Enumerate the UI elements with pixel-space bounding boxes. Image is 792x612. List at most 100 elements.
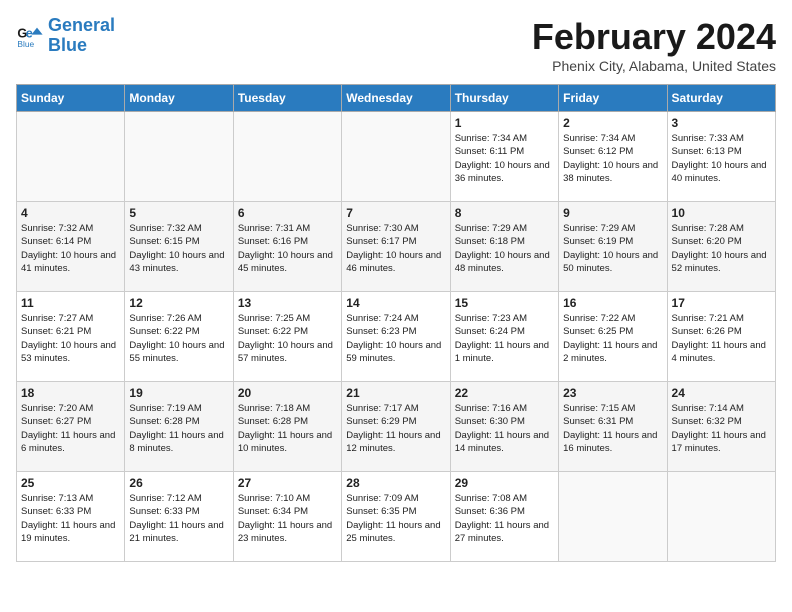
title-area: February 2024 Phenix City, Alabama, Unit…	[532, 16, 776, 74]
calendar-cell: 27 Sunrise: 7:10 AM Sunset: 6:34 PM Dayl…	[233, 472, 341, 562]
cell-content: Sunrise: 7:10 AM Sunset: 6:34 PM Dayligh…	[238, 492, 337, 545]
day-number: 13	[238, 296, 337, 310]
logo: G e Blue GeneralBlue	[16, 16, 115, 56]
logo-name: GeneralBlue	[48, 16, 115, 56]
calendar-cell: 22 Sunrise: 7:16 AM Sunset: 6:30 PM Dayl…	[450, 382, 558, 472]
day-number: 7	[346, 206, 445, 220]
cell-content: Sunrise: 7:17 AM Sunset: 6:29 PM Dayligh…	[346, 402, 445, 455]
cell-content: Sunrise: 7:31 AM Sunset: 6:16 PM Dayligh…	[238, 222, 337, 275]
cell-content: Sunrise: 7:32 AM Sunset: 6:14 PM Dayligh…	[21, 222, 120, 275]
cell-content: Sunrise: 7:34 AM Sunset: 6:11 PM Dayligh…	[455, 132, 554, 185]
cell-content: Sunrise: 7:29 AM Sunset: 6:18 PM Dayligh…	[455, 222, 554, 275]
calendar-cell: 4 Sunrise: 7:32 AM Sunset: 6:14 PM Dayli…	[17, 202, 125, 292]
cell-content: Sunrise: 7:16 AM Sunset: 6:30 PM Dayligh…	[455, 402, 554, 455]
day-number: 14	[346, 296, 445, 310]
calendar-cell: 25 Sunrise: 7:13 AM Sunset: 6:33 PM Dayl…	[17, 472, 125, 562]
calendar-cell: 9 Sunrise: 7:29 AM Sunset: 6:19 PM Dayli…	[559, 202, 667, 292]
cell-content: Sunrise: 7:13 AM Sunset: 6:33 PM Dayligh…	[21, 492, 120, 545]
day-number: 6	[238, 206, 337, 220]
calendar-cell: 19 Sunrise: 7:19 AM Sunset: 6:28 PM Dayl…	[125, 382, 233, 472]
calendar-cell: 29 Sunrise: 7:08 AM Sunset: 6:36 PM Dayl…	[450, 472, 558, 562]
day-number: 28	[346, 476, 445, 490]
calendar-cell: 13 Sunrise: 7:25 AM Sunset: 6:22 PM Dayl…	[233, 292, 341, 382]
calendar-cell	[667, 472, 775, 562]
logo-icon: G e Blue	[16, 22, 44, 50]
weekday-header: Saturday	[667, 85, 775, 112]
day-number: 19	[129, 386, 228, 400]
day-number: 25	[21, 476, 120, 490]
calendar-cell: 2 Sunrise: 7:34 AM Sunset: 6:12 PM Dayli…	[559, 112, 667, 202]
calendar-cell	[125, 112, 233, 202]
calendar-cell: 10 Sunrise: 7:28 AM Sunset: 6:20 PM Dayl…	[667, 202, 775, 292]
calendar-cell: 7 Sunrise: 7:30 AM Sunset: 6:17 PM Dayli…	[342, 202, 450, 292]
cell-content: Sunrise: 7:33 AM Sunset: 6:13 PM Dayligh…	[672, 132, 771, 185]
day-number: 23	[563, 386, 662, 400]
calendar-cell: 16 Sunrise: 7:22 AM Sunset: 6:25 PM Dayl…	[559, 292, 667, 382]
calendar-cell: 21 Sunrise: 7:17 AM Sunset: 6:29 PM Dayl…	[342, 382, 450, 472]
location-title: Phenix City, Alabama, United States	[532, 58, 776, 74]
day-number: 3	[672, 116, 771, 130]
calendar-cell	[233, 112, 341, 202]
day-number: 11	[21, 296, 120, 310]
calendar-cell: 5 Sunrise: 7:32 AM Sunset: 6:15 PM Dayli…	[125, 202, 233, 292]
calendar-cell: 17 Sunrise: 7:21 AM Sunset: 6:26 PM Dayl…	[667, 292, 775, 382]
cell-content: Sunrise: 7:28 AM Sunset: 6:20 PM Dayligh…	[672, 222, 771, 275]
day-number: 5	[129, 206, 228, 220]
calendar-cell: 28 Sunrise: 7:09 AM Sunset: 6:35 PM Dayl…	[342, 472, 450, 562]
cell-content: Sunrise: 7:21 AM Sunset: 6:26 PM Dayligh…	[672, 312, 771, 365]
day-number: 12	[129, 296, 228, 310]
cell-content: Sunrise: 7:20 AM Sunset: 6:27 PM Dayligh…	[21, 402, 120, 455]
calendar-cell: 12 Sunrise: 7:26 AM Sunset: 6:22 PM Dayl…	[125, 292, 233, 382]
day-number: 27	[238, 476, 337, 490]
cell-content: Sunrise: 7:29 AM Sunset: 6:19 PM Dayligh…	[563, 222, 662, 275]
day-number: 9	[563, 206, 662, 220]
calendar-cell: 23 Sunrise: 7:15 AM Sunset: 6:31 PM Dayl…	[559, 382, 667, 472]
calendar-cell: 15 Sunrise: 7:23 AM Sunset: 6:24 PM Dayl…	[450, 292, 558, 382]
day-number: 10	[672, 206, 771, 220]
calendar-cell	[342, 112, 450, 202]
calendar-table: SundayMondayTuesdayWednesdayThursdayFrid…	[16, 84, 776, 562]
cell-content: Sunrise: 7:14 AM Sunset: 6:32 PM Dayligh…	[672, 402, 771, 455]
calendar-cell: 24 Sunrise: 7:14 AM Sunset: 6:32 PM Dayl…	[667, 382, 775, 472]
cell-content: Sunrise: 7:15 AM Sunset: 6:31 PM Dayligh…	[563, 402, 662, 455]
calendar-cell	[559, 472, 667, 562]
calendar-cell: 1 Sunrise: 7:34 AM Sunset: 6:11 PM Dayli…	[450, 112, 558, 202]
calendar-week-row: 25 Sunrise: 7:13 AM Sunset: 6:33 PM Dayl…	[17, 472, 776, 562]
calendar-week-row: 18 Sunrise: 7:20 AM Sunset: 6:27 PM Dayl…	[17, 382, 776, 472]
day-number: 26	[129, 476, 228, 490]
calendar-cell: 26 Sunrise: 7:12 AM Sunset: 6:33 PM Dayl…	[125, 472, 233, 562]
day-number: 16	[563, 296, 662, 310]
weekday-header: Tuesday	[233, 85, 341, 112]
cell-content: Sunrise: 7:19 AM Sunset: 6:28 PM Dayligh…	[129, 402, 228, 455]
cell-content: Sunrise: 7:34 AM Sunset: 6:12 PM Dayligh…	[563, 132, 662, 185]
weekday-header: Sunday	[17, 85, 125, 112]
cell-content: Sunrise: 7:23 AM Sunset: 6:24 PM Dayligh…	[455, 312, 554, 365]
cell-content: Sunrise: 7:09 AM Sunset: 6:35 PM Dayligh…	[346, 492, 445, 545]
weekday-header: Wednesday	[342, 85, 450, 112]
calendar-cell: 8 Sunrise: 7:29 AM Sunset: 6:18 PM Dayli…	[450, 202, 558, 292]
day-number: 17	[672, 296, 771, 310]
day-number: 29	[455, 476, 554, 490]
calendar-week-row: 1 Sunrise: 7:34 AM Sunset: 6:11 PM Dayli…	[17, 112, 776, 202]
day-number: 20	[238, 386, 337, 400]
day-number: 2	[563, 116, 662, 130]
cell-content: Sunrise: 7:22 AM Sunset: 6:25 PM Dayligh…	[563, 312, 662, 365]
calendar-cell: 6 Sunrise: 7:31 AM Sunset: 6:16 PM Dayli…	[233, 202, 341, 292]
page-header: G e Blue GeneralBlue February 2024 Pheni…	[16, 16, 776, 74]
cell-content: Sunrise: 7:12 AM Sunset: 6:33 PM Dayligh…	[129, 492, 228, 545]
day-number: 22	[455, 386, 554, 400]
day-number: 21	[346, 386, 445, 400]
cell-content: Sunrise: 7:26 AM Sunset: 6:22 PM Dayligh…	[129, 312, 228, 365]
calendar-cell: 20 Sunrise: 7:18 AM Sunset: 6:28 PM Dayl…	[233, 382, 341, 472]
calendar-cell: 18 Sunrise: 7:20 AM Sunset: 6:27 PM Dayl…	[17, 382, 125, 472]
calendar-cell	[17, 112, 125, 202]
cell-content: Sunrise: 7:27 AM Sunset: 6:21 PM Dayligh…	[21, 312, 120, 365]
cell-content: Sunrise: 7:08 AM Sunset: 6:36 PM Dayligh…	[455, 492, 554, 545]
day-number: 18	[21, 386, 120, 400]
calendar-cell: 3 Sunrise: 7:33 AM Sunset: 6:13 PM Dayli…	[667, 112, 775, 202]
calendar-cell: 11 Sunrise: 7:27 AM Sunset: 6:21 PM Dayl…	[17, 292, 125, 382]
day-number: 15	[455, 296, 554, 310]
cell-content: Sunrise: 7:25 AM Sunset: 6:22 PM Dayligh…	[238, 312, 337, 365]
svg-text:Blue: Blue	[17, 39, 34, 49]
day-number: 4	[21, 206, 120, 220]
